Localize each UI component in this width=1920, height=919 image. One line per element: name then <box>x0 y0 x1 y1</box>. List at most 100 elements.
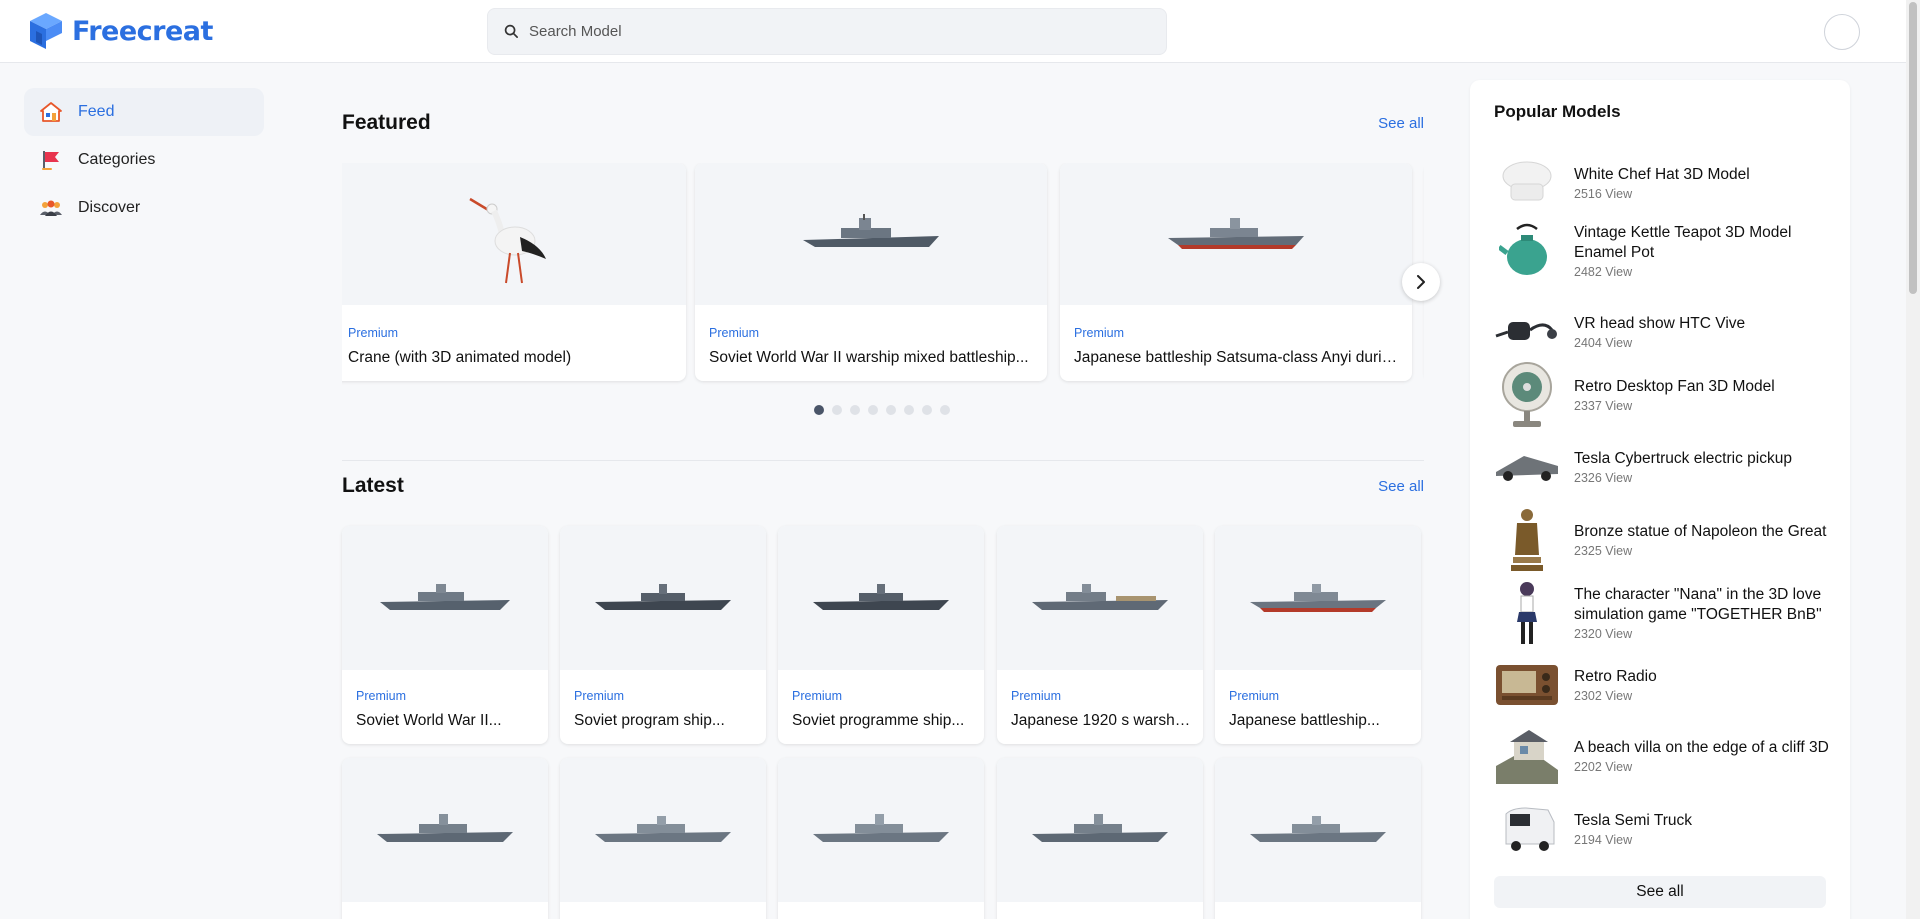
latest-title: Latest <box>342 474 404 497</box>
pagination-dot[interactable] <box>922 405 932 415</box>
premium-badge: Premium <box>348 326 399 340</box>
pagination-dot[interactable] <box>940 405 950 415</box>
latest-card[interactable]: Premium Soviet programme ship... <box>778 526 984 744</box>
latest-card[interactable]: Premium Japanese battleship... <box>1215 526 1421 744</box>
chevron-right-icon <box>1417 275 1425 289</box>
latest-see-all-link[interactable]: See all <box>1378 478 1424 495</box>
people-icon <box>38 195 64 221</box>
latest-header: Latest See all <box>342 471 1424 501</box>
battleship-icon <box>813 584 949 610</box>
logo-text: Freecreat <box>72 15 213 47</box>
cybertruck-thumbnail <box>1494 434 1560 500</box>
popular-model-name: VR head show HTC Vive <box>1574 315 1746 332</box>
sidebar-item-label: Discover <box>78 199 141 216</box>
latest-card[interactable] <box>342 758 548 919</box>
pagination-dot[interactable] <box>868 405 878 415</box>
retro-radio-thumbnail <box>1494 652 1560 718</box>
popular-model-name: Tesla Semi Truck <box>1574 812 1693 829</box>
model-title: Japanese battleship... <box>1229 712 1380 729</box>
featured-header: Featured See all <box>342 108 1424 138</box>
premium-badge: Premium <box>356 689 407 703</box>
popular-see-all-button[interactable]: See all <box>1494 876 1826 908</box>
desk-fan-thumbnail <box>1494 362 1560 428</box>
battleship-icon <box>1168 218 1304 249</box>
latest-card[interactable]: Premium Soviet program ship... <box>560 526 766 744</box>
pagination-dot[interactable] <box>832 405 842 415</box>
popular-model-views: 2482 View <box>1574 265 1633 279</box>
sidebar-item-discover[interactable]: Discover <box>24 184 264 232</box>
popular-model-name: A beach villa on the edge of a cliff 3D <box>1574 739 1829 756</box>
model-title: Soviet World War II... <box>356 712 502 729</box>
latest-card[interactable] <box>997 758 1203 919</box>
latest-card[interactable] <box>560 758 766 919</box>
vr-headset-thumbnail <box>1494 299 1560 365</box>
popular-model-item[interactable]: Tesla Cybertruck electric pickup 2326 Vi… <box>1494 434 1834 500</box>
model-thumbnail <box>1215 526 1421 670</box>
model-title: Soviet programme ship... <box>792 712 965 729</box>
popular-model-views: 2404 View <box>1574 336 1633 350</box>
sidebar-item-categories[interactable]: Categories <box>24 136 264 184</box>
model-title: Soviet program ship... <box>574 712 725 729</box>
battleship-icon <box>813 814 949 842</box>
sidebar-item-feed[interactable]: Feed <box>24 88 264 136</box>
search-input[interactable] <box>529 23 1129 40</box>
premium-badge: Premium <box>1011 689 1062 703</box>
latest-card[interactable]: Premium Japanese 1920 s warship... <box>997 526 1203 744</box>
battleship-icon <box>595 584 731 610</box>
semi-truck-thumbnail <box>1494 796 1560 862</box>
popular-model-item[interactable]: Vintage Kettle Teapot 3D Model Enamel Po… <box>1494 218 1834 284</box>
popular-model-item[interactable]: A beach villa on the edge of a cliff 3D … <box>1494 723 1834 789</box>
popular-model-views: 2302 View <box>1574 689 1633 703</box>
flag-icon <box>38 147 64 173</box>
model-title: Japanese 1920 s warship... <box>1011 712 1193 729</box>
popular-model-views: 2194 View <box>1574 833 1633 847</box>
carousel-next-button[interactable] <box>1402 263 1440 301</box>
napoleon-statue-thumbnail <box>1494 507 1560 573</box>
popular-model-item[interactable]: White Chef Hat 3D Model 2516 View <box>1494 150 1834 216</box>
popular-model-views: 2326 View <box>1574 471 1633 485</box>
latest-card[interactable]: Premium Soviet World War II... <box>342 526 548 744</box>
popular-model-views: 2516 View <box>1574 187 1633 201</box>
user-avatar[interactable] <box>1824 14 1860 50</box>
popular-model-name: The character "Nana" in the 3D love simu… <box>1574 586 1822 623</box>
carousel-pagination <box>814 405 950 415</box>
model-thumbnail <box>695 163 1047 305</box>
section-divider <box>342 460 1424 461</box>
model-title: Soviet World War II warship mixed battle… <box>709 349 1029 366</box>
search-icon <box>504 24 518 38</box>
battleship-icon <box>1250 584 1386 612</box>
cube-logo-icon <box>30 13 62 49</box>
pagination-dot[interactable] <box>850 405 860 415</box>
model-thumbnail <box>560 526 766 670</box>
scrollbar-thumb[interactable] <box>1909 2 1917 294</box>
featured-see-all-link[interactable]: See all <box>1378 115 1424 132</box>
model-thumbnail <box>778 526 984 670</box>
popular-model-item[interactable]: Bronze statue of Napoleon the Great 2325… <box>1494 507 1834 573</box>
logo[interactable]: Freecreat <box>28 10 213 52</box>
featured-card[interactable]: Premium Japanese battleship Satsuma-clas… <box>1060 163 1412 381</box>
featured-card[interactable]: Premium Soviet World War II warship mixe… <box>695 163 1047 381</box>
premium-badge: Premium <box>574 689 625 703</box>
model-thumbnail <box>997 758 1203 902</box>
popular-model-item[interactable]: Tesla Semi Truck 2194 View <box>1494 796 1834 862</box>
pagination-dot[interactable] <box>904 405 914 415</box>
pagination-dot[interactable] <box>814 405 824 415</box>
search-box[interactable] <box>487 8 1167 55</box>
model-thumbnail <box>342 163 686 305</box>
battleship-icon <box>380 584 510 610</box>
anime-character-thumbnail <box>1494 580 1560 646</box>
popular-model-item[interactable]: Retro Desktop Fan 3D Model 2337 View <box>1494 362 1834 428</box>
popular-model-item[interactable]: The character "Nana" in the 3D love simu… <box>1494 580 1834 646</box>
pagination-dot[interactable] <box>886 405 896 415</box>
latest-card[interactable] <box>778 758 984 919</box>
kettle-thumbnail <box>1494 218 1560 284</box>
popular-model-name: Bronze statue of Napoleon the Great <box>1574 523 1827 540</box>
page-scrollbar[interactable] <box>1906 0 1920 919</box>
popular-model-item[interactable]: VR head show HTC Vive 2404 View <box>1494 299 1834 365</box>
model-thumbnail <box>1060 163 1412 305</box>
featured-card[interactable]: Premium Crane (with 3D animated model) <box>342 163 686 381</box>
popular-model-name: Vintage Kettle Teapot 3D Model Enamel Po… <box>1574 224 1792 261</box>
latest-card[interactable] <box>1215 758 1421 919</box>
popular-model-item[interactable]: Retro Radio 2302 View <box>1494 652 1834 718</box>
premium-badge: Premium <box>709 326 760 340</box>
